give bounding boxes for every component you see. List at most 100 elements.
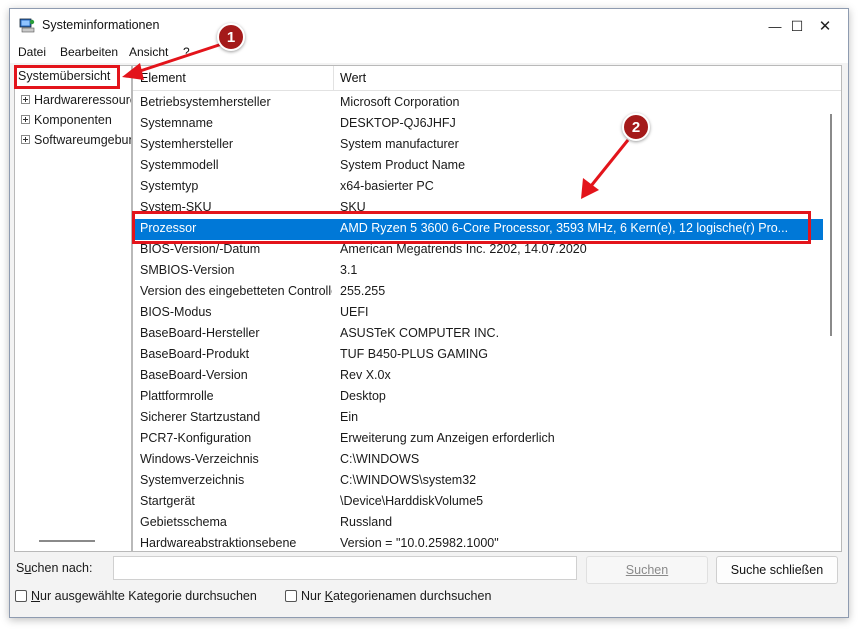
cell-element: Systemname: [140, 116, 213, 130]
cell-value: UEFI: [340, 305, 369, 319]
cell-element: Plattformrolle: [140, 389, 214, 403]
expand-icon[interactable]: [21, 115, 30, 125]
cell-value: Erweiterung zum Anzeigen erforderlich: [340, 431, 555, 445]
cell-value: 255.255: [340, 284, 386, 298]
checkbox-label: Nur Kategorienamen durchsuchen: [301, 589, 492, 603]
cell-element: BIOS-Version/-Datum: [140, 242, 261, 256]
search-label: Suchen nach:: [16, 561, 93, 575]
cell-value: Desktop: [340, 389, 386, 403]
menu-datei[interactable]: Datei: [18, 45, 46, 59]
cell-element: Betriebsystemhersteller: [140, 95, 271, 109]
tree-item-label: Softwareumgebung: [34, 133, 132, 147]
table-row[interactable]: Windows-Verzeichnis C:\WINDOWS: [133, 450, 823, 471]
checkbox[interactable]: [15, 590, 27, 602]
cell-element: Sicherer Startzustand: [140, 410, 261, 424]
checkbox-label: Nur ausgewählte Kategorie durchsuchen: [31, 589, 257, 603]
cell-value: \Device\HarddiskVolume5: [340, 494, 484, 508]
cell-value: C:\WINDOWS\system32: [340, 473, 477, 487]
vertical-scrollbar[interactable]: [830, 114, 832, 336]
table-row[interactable]: Sicherer Startzustand Ein: [133, 408, 823, 429]
cell-element: Systemverzeichnis: [140, 473, 245, 487]
cell-element: Systemtyp: [140, 179, 199, 193]
table-row[interactable]: PCR7-Konfiguration Erweiterung zum Anzeig…: [133, 429, 823, 450]
close-search-button[interactable]: Suche schließen: [716, 556, 838, 584]
cell-element: Systemmodell: [140, 158, 219, 172]
details-list[interactable]: Element Wert Betriebsystemhersteller Micr…: [132, 65, 842, 552]
tree-item-label: Hardwareressourcen: [34, 93, 131, 107]
cell-value: x64-basierter PC: [340, 179, 434, 193]
system-information-window: Systeminformationen — ☐ ✕ Datei Bearbeit…: [9, 8, 849, 618]
table-row[interactable]: BaseBoard-Version Rev X.0x: [133, 366, 823, 387]
cell-element: PCR7-Konfiguration: [140, 431, 252, 445]
highlight-box-systemuebersicht: [14, 65, 120, 89]
expand-icon[interactable]: [21, 95, 30, 105]
table-row[interactable]: BaseBoard-Produkt TUF B450-PLUS GAMING: [133, 345, 823, 366]
system-info-app-icon: [19, 18, 35, 33]
table-row[interactable]: Gebietsschema Russland: [133, 513, 823, 534]
cell-element: Hardwareabstraktionsebene: [140, 536, 297, 550]
menu-bar: Datei Bearbeiten Ansicht ?: [10, 43, 848, 63]
search-selected-category-option[interactable]: Nur ausgewählte Kategorie durchsuchen: [15, 589, 257, 603]
tree-item-komponenten[interactable]: Komponenten: [21, 113, 112, 127]
cell-element: Startgerät: [140, 494, 195, 508]
menu-help[interactable]: ?: [183, 45, 190, 59]
table-row[interactable]: Systemverzeichnis C:\WINDOWS\system32: [133, 471, 823, 492]
highlight-box-prozessor: [132, 211, 811, 244]
table-row[interactable]: SMBIOS-Version 3.1: [133, 261, 823, 282]
title-bar[interactable]: Systeminformationen — ☐ ✕: [10, 9, 848, 43]
search-button[interactable]: Suchen: [586, 556, 708, 584]
cell-value: DESKTOP-QJ6JHFJ: [340, 116, 456, 130]
column-header-element[interactable]: Element: [140, 71, 186, 85]
cell-element: BIOS-Modus: [140, 305, 212, 319]
cell-value: System Product Name: [340, 158, 466, 172]
tree-item-label: Komponenten: [34, 113, 112, 127]
cell-value: C:\WINDOWS: [340, 452, 420, 466]
cell-element: Gebietsschema: [140, 515, 227, 529]
table-row[interactable]: Version des eingebetteten Controllers 255…: [133, 282, 823, 303]
cell-element: BaseBoard-Version: [140, 368, 248, 382]
close-button[interactable]: ✕: [802, 9, 848, 43]
table-row[interactable]: Systemhersteller System manufacturer: [133, 135, 823, 156]
category-tree[interactable]: Systemübersicht Hardwareressourcen Kompo…: [14, 65, 132, 552]
tree-item-softwareumgebung[interactable]: Softwareumgebung: [21, 133, 132, 147]
search-category-names-option[interactable]: Nur Kategorienamen durchsuchen: [285, 589, 491, 603]
column-header-wert[interactable]: Wert: [340, 71, 366, 85]
table-row[interactable]: Hardwareabstraktionsebene Version = "10.0…: [133, 534, 823, 551]
table-row[interactable]: Startgerät \Device\HarddiskVolume5: [133, 492, 823, 513]
cell-value: Microsoft Corporation: [340, 95, 460, 109]
list-header: Element Wert: [133, 66, 841, 91]
cell-element: Windows-Verzeichnis: [140, 452, 259, 466]
table-row[interactable]: Systemtyp x64-basierter PC: [133, 177, 823, 198]
menu-ansicht[interactable]: Ansicht: [129, 45, 168, 59]
horizontal-scrollbar[interactable]: [39, 540, 95, 542]
cell-value: ASUSTeK COMPUTER INC.: [340, 326, 500, 340]
cell-value: TUF B450-PLUS GAMING: [340, 347, 488, 361]
cell-element: SMBIOS-Version: [140, 263, 235, 277]
cell-value: Rev X.0x: [340, 368, 391, 382]
cell-value: Russland: [340, 515, 393, 529]
expand-icon[interactable]: [21, 135, 30, 145]
tree-item-hardwareressourcen[interactable]: Hardwareressourcen: [21, 93, 131, 107]
annotation-badge-2: 2: [622, 113, 650, 141]
table-row[interactable]: BIOS-Modus UEFI: [133, 303, 823, 324]
table-row[interactable]: Betriebsystemhersteller Microsoft Corpora…: [133, 93, 823, 114]
cell-value: American Megatrends Inc. 2202, 14.07.202…: [340, 242, 587, 256]
cell-value: Ein: [340, 410, 359, 424]
column-divider[interactable]: [333, 66, 334, 90]
table-row[interactable]: Systemmodell System Product Name: [133, 156, 823, 177]
checkbox[interactable]: [285, 590, 297, 602]
table-row[interactable]: BaseBoard-Hersteller ASUSTeK COMPUTER INC…: [133, 324, 823, 345]
cell-value: 3.1: [340, 263, 358, 277]
cell-value: Version = "10.0.25982.1000": [340, 536, 499, 550]
cell-value: System manufacturer: [340, 137, 459, 151]
table-row[interactable]: Plattformrolle Desktop: [133, 387, 823, 408]
window-title: Systeminformationen: [42, 18, 160, 32]
menu-bearbeiten[interactable]: Bearbeiten: [60, 45, 118, 59]
cell-element: Version des eingebetteten Controllers: [140, 284, 332, 298]
table-row[interactable]: Systemname DESKTOP-QJ6JHFJ: [133, 114, 823, 135]
search-input[interactable]: [113, 556, 577, 580]
cell-element: BaseBoard-Produkt: [140, 347, 250, 361]
annotation-badge-1: 1: [217, 23, 245, 51]
cell-element: BaseBoard-Hersteller: [140, 326, 260, 340]
cell-element: Systemhersteller: [140, 137, 234, 151]
